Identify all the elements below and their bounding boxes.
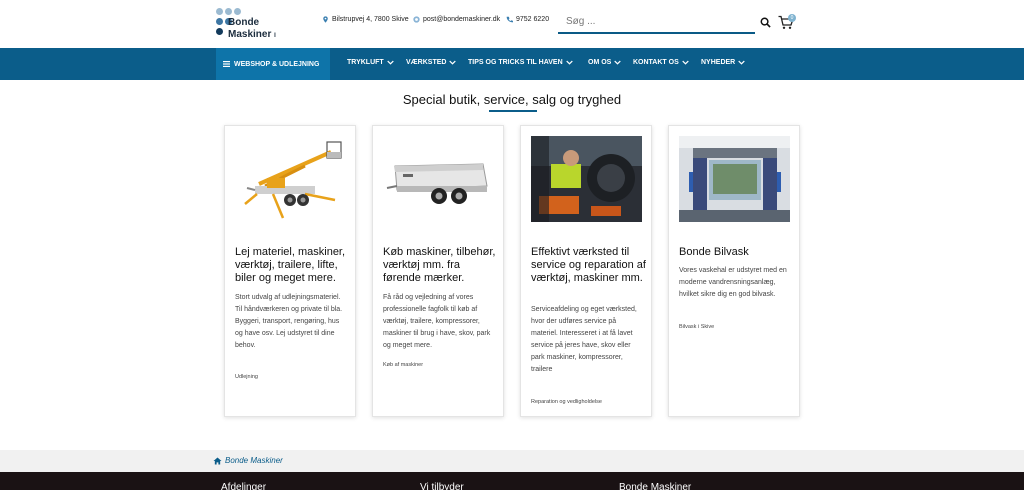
- phone-text: 9752 6220: [516, 16, 550, 23]
- nav-item-nyheder[interactable]: NYHEDER: [701, 59, 745, 66]
- chevron-down-icon: [386, 60, 394, 65]
- chevron-down-icon: [738, 60, 745, 65]
- nav-item-trykluft[interactable]: TRYKLUFT: [347, 59, 394, 66]
- nav-item-label: TIPS OG TRICKS TIL HAVEN: [468, 59, 563, 66]
- webshop-menu-button[interactable]: WEBSHOP & UDLEJNING: [216, 48, 330, 80]
- email-text: post@bondemaskiner.dk: [423, 16, 501, 23]
- title-underline: [489, 110, 537, 112]
- footer-heading-afdelinger: Afdelinger: [221, 482, 267, 490]
- chevron-down-icon: [614, 60, 622, 65]
- webshop-label: WEBSHOP & UDLEJNING: [234, 60, 320, 68]
- nav-item-tips-og-tricks[interactable]: TIPS OG TRICKS TIL HAVEN: [468, 59, 573, 66]
- card-title: Bonde Bilvask: [679, 246, 749, 258]
- card-description: Serviceafdeling og eget værksted, hvor d…: [531, 306, 637, 373]
- card-title: Lej materiel, maskiner, værktøj, trailer…: [235, 246, 346, 284]
- workshop-photo[interactable]: [531, 136, 642, 222]
- logo[interactable]: Bonde Maskiner I: [216, 8, 286, 42]
- logo-line2: Maskiner: [228, 29, 272, 40]
- card-udlejning[interactable]: Lej materiel, maskiner, værktøj, trailer…: [224, 125, 356, 417]
- nav-item-om-os[interactable]: OM OS: [588, 59, 622, 66]
- card-link-reparation[interactable]: Reparation og vedligholdelse: [531, 399, 602, 405]
- nav-item-label: OM OS: [588, 59, 612, 66]
- home-icon: [213, 456, 222, 465]
- logo-line1: Bonde: [228, 17, 260, 28]
- search-box: [558, 10, 755, 34]
- nav-item-label: TRYKLUFT: [347, 59, 384, 66]
- logo-mark: I: [274, 33, 276, 39]
- nav-item-kontakt-os[interactable]: KONTAKT OS: [633, 59, 689, 66]
- email-icon: [413, 16, 420, 23]
- card-koeb-maskiner[interactable]: Køb maskiner, tilbehør, værktøj mm. fra …: [372, 125, 504, 417]
- card-description: Få råd og vejledning af vores profession…: [383, 294, 491, 349]
- search-icon[interactable]: [760, 17, 771, 28]
- card-title: Køb maskiner, tilbehør, værktøj mm. fra …: [383, 246, 496, 284]
- header: Bonde Maskiner I Bilstrupvej 4, 7800 Ski…: [0, 0, 1024, 48]
- logo-name: Bonde Maskiner I: [228, 17, 276, 42]
- card-link-udlejning[interactable]: Udlejning: [235, 374, 258, 380]
- lift-trailer-photo[interactable]: [235, 136, 346, 222]
- address-text: Bilstrupvej 4, 7800 Skive: [332, 16, 409, 23]
- footer: Afdelinger Vi tilbyder Bonde Maskiner: [0, 472, 1024, 490]
- address[interactable]: Bilstrupvej 4, 7800 Skive: [322, 16, 409, 23]
- card-bilvask[interactable]: Bonde Bilvask Vores vaskehal er udstyret…: [668, 125, 800, 417]
- card-description: Stort udvalg af udlejningsmateriel. Til …: [235, 294, 343, 349]
- footer-heading-bonde-maskiner: Bonde Maskiner: [619, 482, 692, 490]
- chevron-down-icon: [449, 60, 457, 65]
- chevron-down-icon: [565, 60, 573, 65]
- card-description: Vores vaskehal er udstyret med en modern…: [679, 267, 787, 298]
- nav-item-vaerksted[interactable]: VÆRKSTED: [406, 59, 457, 66]
- search-input[interactable]: [558, 10, 755, 32]
- section-title: Special butik, service, salg og tryghed: [402, 92, 622, 107]
- breadcrumb: Bonde Maskiner: [0, 450, 1024, 472]
- breadcrumb-home-link[interactable]: Bonde Maskiner: [213, 456, 283, 465]
- nav-item-label: VÆRKSTED: [406, 59, 447, 66]
- email-link[interactable]: post@bondemaskiner.dk: [413, 16, 500, 23]
- phone-icon: [506, 16, 513, 23]
- cart-count-badge: 0: [788, 14, 796, 22]
- car-wash-photo[interactable]: [679, 136, 790, 222]
- hamburger-icon: [223, 61, 230, 67]
- nav-item-label: KONTAKT OS: [633, 59, 679, 66]
- breadcrumb-home-label: Bonde Maskiner: [225, 456, 283, 465]
- location-pin-icon: [323, 16, 328, 23]
- card-link-bilvask[interactable]: Bilvask i Skive: [679, 324, 714, 330]
- nav-item-label: NYHEDER: [701, 59, 736, 66]
- phone-link[interactable]: 9752 6220: [506, 16, 549, 23]
- card-link-koeb-af-maskiner[interactable]: Køb af maskiner: [383, 362, 423, 368]
- trailer-photo[interactable]: [383, 136, 494, 222]
- footer-heading-vi-tilbyder: Vi tilbyder: [420, 482, 464, 490]
- card-title: Effektivt værksted til service og repara…: [531, 246, 646, 284]
- chevron-down-icon: [682, 60, 689, 65]
- card-vaerksted[interactable]: Effektivt værksted til service og repara…: [520, 125, 652, 417]
- main-nav: WEBSHOP & UDLEJNING TRYKLUFT VÆRKSTED TI…: [0, 48, 1024, 80]
